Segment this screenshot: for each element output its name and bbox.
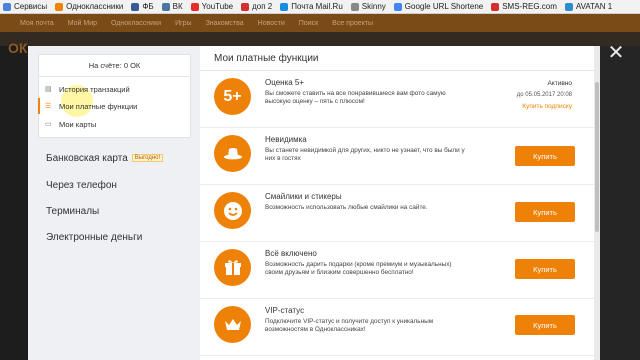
divider — [39, 76, 190, 77]
function-name: Невидимка — [265, 135, 307, 144]
buy-subscription-link[interactable]: Купить подписку — [522, 103, 572, 110]
function-row-vip: VIP-статус Подключите VIP-статус и получ… — [200, 299, 600, 356]
ok-icon — [55, 2, 64, 11]
avatan-icon — [564, 2, 573, 11]
hat-icon — [214, 135, 251, 172]
buy-button[interactable]: Купить — [515, 146, 575, 166]
buy-button[interactable]: Купить — [515, 259, 575, 279]
bookmark-mail[interactable]: Почта Mail.Ru — [280, 2, 343, 11]
crown-icon — [214, 306, 251, 343]
function-row-invisible: Невидимка Вы станете невидимкой для друг… — [200, 128, 600, 185]
facebook-icon — [131, 2, 140, 11]
bookmark-sms-reg[interactable]: SMS-REG.com — [491, 2, 557, 11]
function-description: Подключите VIP-статус и получите доступ … — [265, 318, 434, 333]
portal-link: Мой Мир — [67, 19, 98, 27]
portal-link: Знакомства — [205, 19, 244, 27]
portal-bar: Моя почта Мой Мир Одноклассники Игры Зна… — [0, 14, 640, 32]
bookmark-skinny[interactable]: Skinny — [350, 2, 386, 11]
left-panel: На счёте: 0 ОК ▤ История транзакций ☰ Мо… — [28, 46, 200, 360]
function-description: Вы станете невидимкой для других, никто … — [265, 147, 465, 162]
expiry-date: до 05.05.2017 20:08 — [516, 92, 572, 98]
mail-icon — [280, 2, 289, 11]
portal-link: Одноклассники — [111, 19, 162, 27]
payment-bank-card[interactable]: Банковская карта Выгодно! — [46, 153, 164, 164]
sms-icon — [491, 2, 500, 11]
apps-icon — [3, 2, 11, 11]
bookmark-google-shortener[interactable]: Google URL Shortene — [393, 2, 483, 11]
payment-e-money[interactable]: Электронные деньги — [46, 232, 142, 243]
function-name: Смайлики и стикеры — [265, 192, 342, 201]
status-badge: Выгодно! — [131, 154, 164, 162]
card-icon: ▭ — [45, 120, 52, 128]
portal-link: Все проекты — [332, 19, 374, 27]
menu-item-paid-functions[interactable]: ☰ Мои платные функции — [38, 98, 191, 114]
bookmarks-bar: Сервисы Одноклассники ФБ ВК YouTube доп … — [0, 0, 640, 14]
ok-logo-icon: ОК — [8, 40, 28, 56]
status-label: Активно — [547, 80, 572, 87]
five-plus-icon: 5+ — [214, 78, 251, 115]
bookmark-youtube[interactable]: YouTube — [190, 2, 233, 11]
bookmark-services[interactable]: Сервисы — [3, 2, 47, 11]
function-name: VIP-статус — [265, 306, 305, 315]
function-description: Возможность дарить подарки (кроме премиу… — [265, 261, 452, 276]
portal-link: Игры — [175, 19, 192, 27]
page-title: Мои платные функции — [214, 53, 319, 64]
bookmark-vk[interactable]: ВК — [161, 2, 183, 11]
function-description: Возможность использовать любые смайлики … — [265, 204, 428, 211]
portal-link: Моя почта — [20, 19, 54, 27]
bookmark-dop2[interactable]: доп 2 — [241, 2, 272, 11]
close-icon[interactable]: ✕ — [605, 42, 627, 64]
function-row-all-inclusive: Всё включено Возможность дарить подарки … — [200, 242, 600, 299]
portal-link: Поиск — [298, 19, 319, 27]
gift-icon — [214, 249, 251, 286]
bookmark-facebook[interactable]: ФБ — [131, 2, 154, 11]
payment-terminals[interactable]: Терминалы — [46, 206, 99, 217]
menu-item-cards[interactable]: ▭ Мои карты — [38, 116, 191, 132]
youtube-icon — [190, 2, 199, 11]
payments-modal: На счёте: 0 ОК ▤ История транзакций ☰ Мо… — [28, 46, 600, 360]
function-row-five-plus: 5+ Оценка 5+ Вы сможете ставить на все п… — [200, 71, 600, 128]
payment-phone[interactable]: Через телефон — [46, 180, 117, 191]
page-icon — [350, 2, 359, 11]
scrollbar-thumb[interactable] — [595, 82, 599, 232]
buy-button[interactable]: Купить — [515, 315, 575, 335]
balance-text: На счёте: 0 ОК — [88, 61, 141, 70]
menu-item-transactions[interactable]: ▤ История транзакций — [38, 81, 191, 97]
red-square-icon — [241, 2, 250, 11]
function-name: Всё включено — [265, 249, 317, 258]
vk-icon — [161, 2, 170, 11]
google-icon — [393, 2, 402, 11]
function-description: Вы сможете ставить на все понравившиеся … — [265, 90, 446, 105]
smile-icon — [214, 192, 251, 229]
buy-button[interactable]: Купить — [515, 202, 575, 222]
function-name: Оценка 5+ — [265, 78, 305, 87]
function-row-smiles: Смайлики и стикеры Возможность использов… — [200, 185, 600, 242]
bookmark-odnoklassniki[interactable]: Одноклассники — [55, 2, 123, 11]
site-header-dimmed — [0, 32, 640, 46]
history-icon: ▤ — [45, 85, 52, 93]
bookmark-avatan[interactable]: AVATAN 1 — [564, 2, 612, 11]
page-backdrop — [600, 46, 640, 360]
list-icon: ☰ — [45, 102, 52, 110]
right-panel: Мои платные функции 5+ Оценка 5+ Вы смож… — [200, 46, 600, 360]
portal-link: Новости — [257, 19, 285, 27]
